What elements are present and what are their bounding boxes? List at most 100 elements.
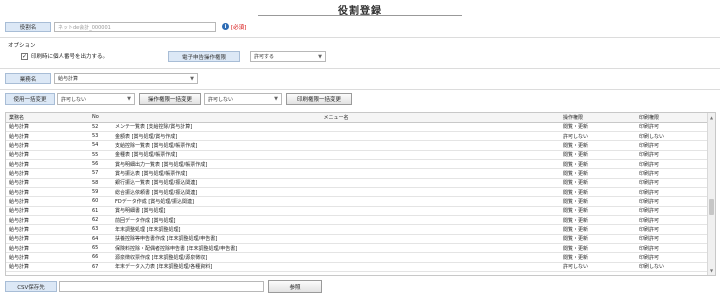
cell-system: 給与計算 [6, 168, 84, 179]
title-underline [258, 15, 462, 16]
cell-operation: 閲覧・更新 [560, 187, 636, 198]
cell-operation: 閲覧・更新 [560, 215, 636, 226]
cell-system: 給与計算 [6, 262, 84, 273]
hr-mid [0, 68, 720, 69]
checkbox[interactable]: ✓ [21, 52, 28, 60]
cell-system: 給与計算 [6, 252, 84, 263]
cell-no: 54 [84, 140, 112, 151]
cell-system: 給与計算 [6, 122, 84, 132]
cell-print: 印刷許可 [636, 243, 709, 254]
bulk-operation-button[interactable]: 操作権限一括変更 [139, 93, 201, 105]
col-header-menu: メニュー名 [112, 113, 560, 123]
cell-operation: 閲覧・更新 [560, 122, 636, 132]
e-filing-value: 許可する [254, 54, 275, 60]
options-label: オプション [8, 43, 36, 49]
cell-menu: 賞与明細書 [賞与処理] [112, 206, 560, 216]
cell-print: 印刷許可 [636, 224, 709, 235]
vertical-scrollbar[interactable]: ▲ ▼ [707, 113, 715, 275]
cell-menu: 支給控除一覧表 [賞与処理/帳票作成] [112, 140, 560, 151]
hr-low [0, 89, 720, 90]
cell-print: 印刷許可 [636, 140, 709, 151]
cell-system: 給与計算 [6, 224, 84, 235]
cell-print: 印刷許可 [636, 252, 709, 263]
table-row[interactable]: 給与計算 67 年末データ入力表 [年末調整処理/各種資料] 許可しない 印刷しない [6, 262, 709, 273]
cell-menu: 金種表 [賞与処理/帳票作成] [112, 150, 560, 160]
cell-print: 印刷許可 [636, 215, 709, 226]
cell-no: 65 [84, 243, 112, 254]
bulk-operation-select[interactable]: 許可しない ▼ [204, 93, 282, 105]
scroll-up-arrow-icon[interactable]: ▲ [708, 114, 715, 121]
table-row[interactable]: 給与計算 61 賞与明細書 [賞与処理] 閲覧・更新 印刷許可 [6, 206, 709, 216]
e-filing-label: 電子申告操作権限 [168, 51, 240, 62]
bulk-usage-value: 許可しない [61, 96, 87, 103]
e-filing-select[interactable]: 許可する ▼ [250, 51, 326, 62]
cell-no: 60 [84, 196, 112, 207]
cell-menu: 保険料控除・配偶者控除申告書 [年末調整処理/申告書] [112, 243, 560, 254]
table-row[interactable]: 給与計算 56 賞与明細出力一覧表 [賞与処理/帳票作成] 閲覧・更新 印刷許可 [6, 159, 709, 170]
browse-button[interactable]: 参照 [268, 280, 322, 293]
table-row[interactable]: 給与計算 60 FDデータ作成 [賞与処理/振込関連] 閲覧・更新 印刷許可 [6, 196, 709, 207]
table-row[interactable]: 給与計算 58 銀行振込一覧表 [賞与処理/振込関連] 閲覧・更新 印刷許可 [6, 178, 709, 188]
cell-operation: 閲覧・更新 [560, 224, 636, 235]
cell-operation: 許可しない [560, 262, 636, 273]
cell-system: 給与計算 [6, 243, 84, 254]
bulk-print-button[interactable]: 印刷権限一括変更 [286, 93, 352, 105]
print-personal-number-option[interactable]: ✓ 印刷時に個人番号を出力する。 [21, 52, 108, 60]
cell-print: 印刷許可 [636, 150, 709, 160]
cell-print: 印刷しない [636, 262, 709, 273]
cell-menu: 銀行振込一覧表 [賞与処理/振込関連] [112, 178, 560, 188]
cell-menu: 賞与振込表 [賞与処理/帳票作成] [112, 168, 560, 179]
cell-menu: 総合振込依頼書 [賞与処理/振込関連] [112, 187, 560, 198]
cell-operation: 閲覧・更新 [560, 140, 636, 151]
cell-system: 給与計算 [6, 215, 84, 226]
col-header-operation: 操作権限 [560, 113, 636, 123]
role-name-input[interactable]: ネットde会計_000001 [54, 22, 216, 32]
menu-permission-table: 業務名 No メニュー名 操作権限 印刷権限 給与計算 52 メンテ一覧表 [支給控… [5, 112, 716, 276]
cell-no: 58 [84, 178, 112, 188]
cell-no: 66 [84, 252, 112, 263]
table-row[interactable]: 給与計算 55 金種表 [賞与処理/帳票作成] 閲覧・更新 印刷許可 [6, 150, 709, 160]
role-name-label: 役割名 [5, 22, 51, 32]
cell-system: 給与計算 [6, 178, 84, 188]
scroll-down-arrow-icon[interactable]: ▼ [708, 267, 715, 274]
cell-print: 印刷許可 [636, 159, 709, 170]
csv-path-input[interactable] [59, 281, 264, 292]
cell-print: 印刷許可 [636, 187, 709, 198]
table-row[interactable]: 給与計算 59 総合振込依頼書 [賞与処理/振込関連] 閲覧・更新 印刷許可 [6, 187, 709, 198]
table-row[interactable]: 給与計算 54 支給控除一覧表 [賞与処理/帳票作成] 閲覧・更新 印刷許可 [6, 140, 709, 151]
col-header-print: 印刷権限 [636, 113, 709, 123]
table-row[interactable]: 給与計算 65 保険料控除・配偶者控除申告書 [年末調整処理/申告書] 閲覧・更新 印刷… [6, 243, 709, 254]
cell-system: 給与計算 [6, 196, 84, 207]
cell-no: 62 [84, 215, 112, 226]
cell-no: 67 [84, 262, 112, 273]
table-row[interactable]: 給与計算 53 金額表 [賞与処理/賞与作成] 許可しない 印刷しない [6, 131, 709, 142]
csv-save-label: CSV保存先 [5, 281, 57, 292]
chevron-down-icon: ▼ [318, 53, 322, 60]
chevron-down-icon: ▼ [127, 96, 131, 102]
info-icon[interactable]: i [222, 23, 229, 30]
scroll-thumb[interactable] [709, 199, 714, 215]
cell-print: 印刷許可 [636, 122, 709, 132]
cell-no: 57 [84, 168, 112, 179]
cell-menu: 年末調整処理 [年末調整処理] [112, 224, 560, 235]
table-row[interactable]: 給与計算 57 賞与振込表 [賞与処理/帳票作成] 閲覧・更新 印刷許可 [6, 168, 709, 179]
table-header-row: 業務名 No メニュー名 操作権限 印刷権限 [6, 113, 709, 123]
cell-menu: 源泉徴収票作成 [年末調整処理/源泉徴収] [112, 252, 560, 263]
cell-no: 53 [84, 131, 112, 142]
cell-no: 55 [84, 150, 112, 160]
table-row[interactable]: 給与計算 63 年末調整処理 [年末調整処理] 閲覧・更新 印刷許可 [6, 224, 709, 235]
cell-operation: 閲覧・更新 [560, 252, 636, 263]
cell-operation: 閲覧・更新 [560, 196, 636, 207]
system-name-select[interactable]: 給与計算 ▼ [54, 73, 198, 84]
bulk-usage-label: 使用一括変更 [5, 93, 55, 105]
cell-menu: FDデータ作成 [賞与処理/振込関連] [112, 196, 560, 207]
cell-system: 給与計算 [6, 187, 84, 198]
table-row[interactable]: 給与計算 62 前回データ作成 [賞与処理] 閲覧・更新 印刷許可 [6, 215, 709, 226]
table-row[interactable]: 給与計算 66 源泉徴収票作成 [年末調整処理/源泉徴収] 閲覧・更新 印刷許可 [6, 252, 709, 263]
print-personal-number-label: 印刷時に個人番号を出力する。 [31, 54, 109, 60]
table-row[interactable]: 給与計算 52 メンテ一覧表 [支給控除/賞与計算] 閲覧・更新 印刷許可 [6, 122, 709, 132]
cell-print: 印刷許可 [636, 178, 709, 188]
table-row[interactable]: 給与計算 64 扶養控除等申告書作成 [年末調整処理/申告書] 閲覧・更新 印刷許可 [6, 234, 709, 244]
bulk-usage-select[interactable]: 許可しない ▼ [57, 93, 135, 105]
cell-no: 52 [84, 122, 112, 132]
